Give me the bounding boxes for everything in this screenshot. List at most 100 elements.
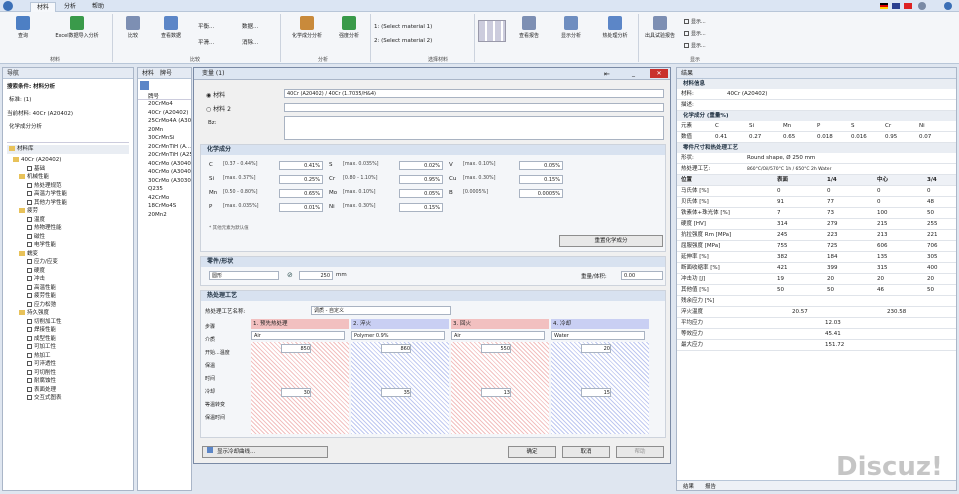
tree-item[interactable]: 热处理规范 xyxy=(13,182,133,191)
tree-item[interactable]: 耐腐蚀性 xyxy=(13,377,133,386)
tree-item[interactable]: 持久强度 xyxy=(13,309,133,318)
excel-import-button[interactable]: Excel数据导入分析 xyxy=(46,14,108,54)
temperature-input[interactable]: 550 xyxy=(481,344,511,353)
temperature-input[interactable]: 20 xyxy=(581,344,611,353)
ok-button[interactable]: 确定 xyxy=(508,446,556,458)
cooling-media-select[interactable]: Air xyxy=(251,331,345,340)
list-item[interactable]: 30CrMo (A30302) xyxy=(148,177,191,186)
list-item[interactable]: 25CrMo4A (A30252) xyxy=(148,117,191,126)
tree-item[interactable]: 蠕变 xyxy=(13,250,133,259)
process-step-header[interactable]: 3. 回火 xyxy=(451,319,549,329)
process-step-header[interactable]: 1. 预先热处理 xyxy=(251,319,349,329)
query-button[interactable]: 查询 xyxy=(4,14,42,54)
tree-item[interactable]: 疲劳 xyxy=(13,207,133,216)
tree-item[interactable]: 可淬透性 xyxy=(13,360,133,369)
element-value-input[interactable]: 0.65% xyxy=(279,189,323,198)
test-report-button[interactable]: 出具试验报告 xyxy=(640,14,680,54)
tab-material[interactable]: 材料 xyxy=(30,2,57,12)
tree-item[interactable]: 高温性能 xyxy=(13,284,133,293)
tab-grade-list[interactable]: 牌号 xyxy=(160,70,172,77)
help-button[interactable]: 帮助 xyxy=(616,446,664,458)
tree-item[interactable]: 疲劳性能 xyxy=(13,292,133,301)
element-value-input[interactable]: 0.25% xyxy=(279,175,323,184)
tree-item[interactable]: 切削加工性 xyxy=(13,318,133,327)
view-data-button[interactable]: 查看数据 xyxy=(152,14,190,54)
process-name-select[interactable]: 调质 - 自定义 xyxy=(311,306,451,315)
hold-time-input[interactable]: 15 xyxy=(581,388,611,397)
strength-analysis-button[interactable]: 强度分析 xyxy=(330,14,368,54)
weight-field[interactable]: 0.00 xyxy=(621,271,663,280)
tree-item[interactable]: 机械性能 xyxy=(13,173,133,182)
radio-material-2[interactable]: ○ 材料 2 xyxy=(206,104,231,113)
cancel-button[interactable]: 取消 xyxy=(562,446,610,458)
tree-item[interactable]: 可加工性 xyxy=(13,343,133,352)
eliminate-menu[interactable]: 消除... xyxy=(242,38,258,46)
close-icon[interactable]: ✕ xyxy=(650,69,668,78)
diameter-input[interactable]: 250 xyxy=(299,271,333,280)
temperature-input[interactable]: 850 xyxy=(281,344,311,353)
list-item[interactable]: 20CrMnTiH (A... xyxy=(148,143,191,152)
list-item[interactable]: 20Mn2 xyxy=(148,211,191,220)
show-analysis-button[interactable]: 显示分析 xyxy=(552,14,590,54)
tree-item[interactable]: 硬度 xyxy=(13,267,133,276)
flag-cn-icon[interactable] xyxy=(904,3,912,9)
display-check-2[interactable]: 显示... xyxy=(684,30,706,37)
element-value-input[interactable]: 0.02% xyxy=(399,161,443,170)
list-item[interactable]: 20CrMnTiH (A25... xyxy=(148,151,191,160)
material-1-field[interactable]: 40Cr (A20402) / 40Cr (1.7035/H&4) xyxy=(284,89,664,98)
tree-item[interactable]: 应力松弛 xyxy=(13,301,133,310)
tree-item[interactable]: 冲击 xyxy=(13,275,133,284)
list-toolbar-icon[interactable] xyxy=(140,81,149,90)
chem-analysis-button[interactable]: 化学成分分析 xyxy=(284,14,330,54)
element-value-input[interactable]: 0.15% xyxy=(399,203,443,212)
flag-de-icon[interactable] xyxy=(880,3,888,9)
remark-field[interactable] xyxy=(284,116,664,140)
tab-material-list[interactable]: 材料 xyxy=(138,70,158,77)
tree-item[interactable]: 交互式图表 xyxy=(13,394,133,403)
tab-analysis[interactable]: 分析 xyxy=(58,2,82,12)
element-value-input[interactable]: 0.15% xyxy=(519,175,563,184)
element-value-input[interactable]: 0.05% xyxy=(519,161,563,170)
list-item[interactable]: 40CrMo (A30402) xyxy=(148,160,191,169)
standard-label[interactable]: 标准: (1) xyxy=(3,93,133,105)
select-material-2[interactable]: 2: (Select material 2) xyxy=(374,38,432,44)
flag-uk-icon[interactable] xyxy=(892,3,900,9)
tree-item[interactable]: 热物理性能 xyxy=(13,224,133,233)
reset-chemistry-button[interactable]: 重置化学成分 xyxy=(559,235,663,247)
list-item[interactable]: 20Mn xyxy=(148,126,191,135)
process-step-header[interactable]: 4. 冷却 xyxy=(551,319,649,329)
tree-item[interactable]: 热加工 xyxy=(13,352,133,361)
cooling-media-select[interactable]: Water xyxy=(551,331,645,340)
process-step-header[interactable]: 2. 淬火 xyxy=(351,319,449,329)
element-value-input[interactable]: 0.0005% xyxy=(519,189,563,198)
smooth-menu[interactable]: 平滑... xyxy=(198,38,214,46)
tree-item[interactable]: 电学性能 xyxy=(13,241,133,250)
help-icon[interactable] xyxy=(944,2,952,10)
data-menu[interactable]: 数据... xyxy=(242,22,258,30)
radio-material-1[interactable]: ◉ 材料 xyxy=(206,90,225,99)
tree-item[interactable]: 基础 xyxy=(13,165,133,174)
tab-report[interactable]: 报告 xyxy=(705,482,716,490)
display-check-1[interactable]: 显示... xyxy=(684,18,706,25)
list-item[interactable]: 30CrMnSi xyxy=(148,134,191,143)
tab-help[interactable]: 帮助 xyxy=(86,2,110,12)
list-item[interactable]: 40Cr (A20402) xyxy=(148,109,191,118)
compare-button[interactable]: 比较 xyxy=(114,14,152,54)
heat-treatment-button[interactable]: 热处理分析 xyxy=(594,14,636,54)
element-value-input[interactable]: 0.95% xyxy=(399,175,443,184)
tree-item[interactable]: 应力/应变 xyxy=(13,258,133,267)
tree-item[interactable]: 其他力学性能 xyxy=(13,199,133,208)
list-item[interactable]: 18CrMo4S xyxy=(148,202,191,211)
element-value-input[interactable]: 0.05% xyxy=(399,189,443,198)
element-value-input[interactable]: 0.41% xyxy=(279,161,323,170)
material-2-field[interactable] xyxy=(284,103,664,112)
pin-icon[interactable]: ⇤ xyxy=(604,68,610,80)
analysis-label[interactable]: 化学成分分析 xyxy=(3,121,133,131)
cooling-media-select[interactable]: Polymer 0.9% xyxy=(351,331,445,340)
tree-item[interactable]: 焊接性能 xyxy=(13,326,133,335)
tree-item[interactable]: 高温力学性能 xyxy=(13,190,133,199)
temperature-input[interactable]: 860 xyxy=(381,344,411,353)
grid-toggle-icon[interactable] xyxy=(478,20,506,42)
tree-root[interactable]: 材料库 xyxy=(7,145,129,154)
tree-item[interactable]: 40Cr (A20402) xyxy=(13,156,133,165)
